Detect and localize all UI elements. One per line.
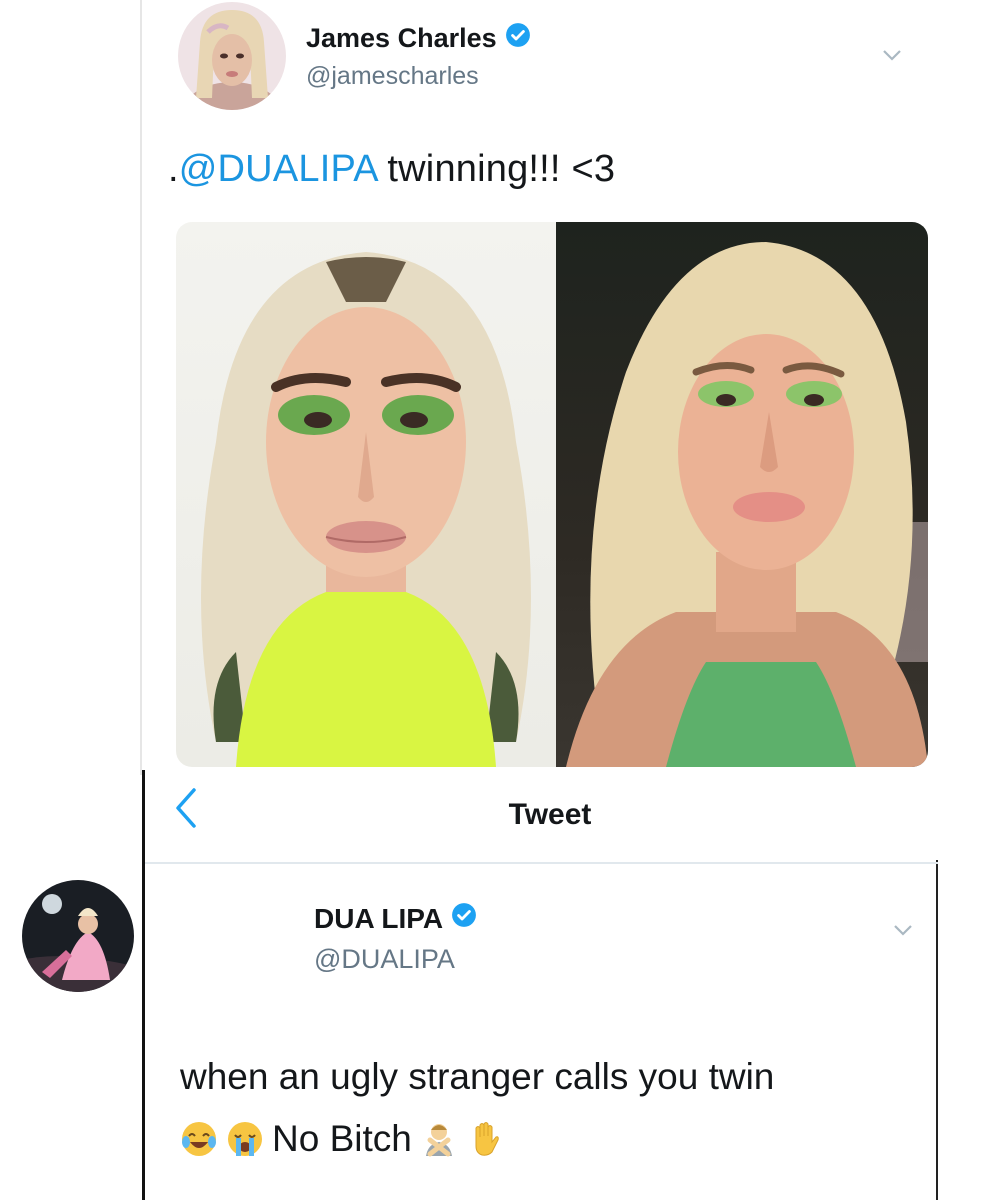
tweet-media-grid — [176, 222, 928, 767]
display-name-text: James Charles — [306, 23, 497, 53]
tweet-text: .@DUALIPA twinning!!! <3 — [168, 148, 615, 191]
nav-divider — [145, 862, 938, 864]
tweet-card-james-charles: James Charles @jamescharles .@DUALIPA tw… — [160, 0, 940, 775]
media-photo-left[interactable] — [176, 222, 556, 767]
person-gesturing-no-icon — [420, 1120, 458, 1158]
mention-link[interactable]: @DUALIPA — [179, 148, 377, 190]
loudly-crying-face-icon — [226, 1120, 264, 1158]
page-title: Tweet — [508, 798, 592, 831]
display-name-text: DUA LIPA — [314, 902, 444, 934]
verified-badge-icon — [505, 22, 531, 55]
display-name[interactable]: James Charles — [306, 22, 531, 55]
tweet-text-body: twinning!!! <3 — [376, 148, 616, 190]
display-name[interactable]: DUA LIPA — [314, 902, 477, 935]
tweet-text-no-bitch: No Bitch — [272, 1118, 412, 1159]
face-with-tears-of-joy-icon — [180, 1120, 218, 1158]
chevron-down-icon[interactable] — [882, 40, 902, 68]
card-divider — [140, 0, 142, 775]
avatar-james-charles[interactable] — [178, 2, 286, 110]
tweet-text-line-2: No Bitch — [180, 1118, 504, 1160]
avatar-dua-lipa[interactable] — [22, 880, 134, 992]
chevron-down-icon[interactable] — [893, 915, 913, 943]
tweet-text-line-1: when an ugly stranger calls you twin — [180, 1056, 775, 1097]
tweet-text-prefix: . — [168, 148, 179, 190]
raised-hand-icon — [466, 1120, 504, 1158]
frame-right-border — [936, 860, 938, 1200]
user-handle[interactable]: @DUALIPA — [314, 944, 455, 975]
verified-badge-icon — [451, 902, 477, 935]
user-handle[interactable]: @jamescharles — [306, 62, 479, 91]
media-photo-right[interactable] — [556, 222, 928, 767]
